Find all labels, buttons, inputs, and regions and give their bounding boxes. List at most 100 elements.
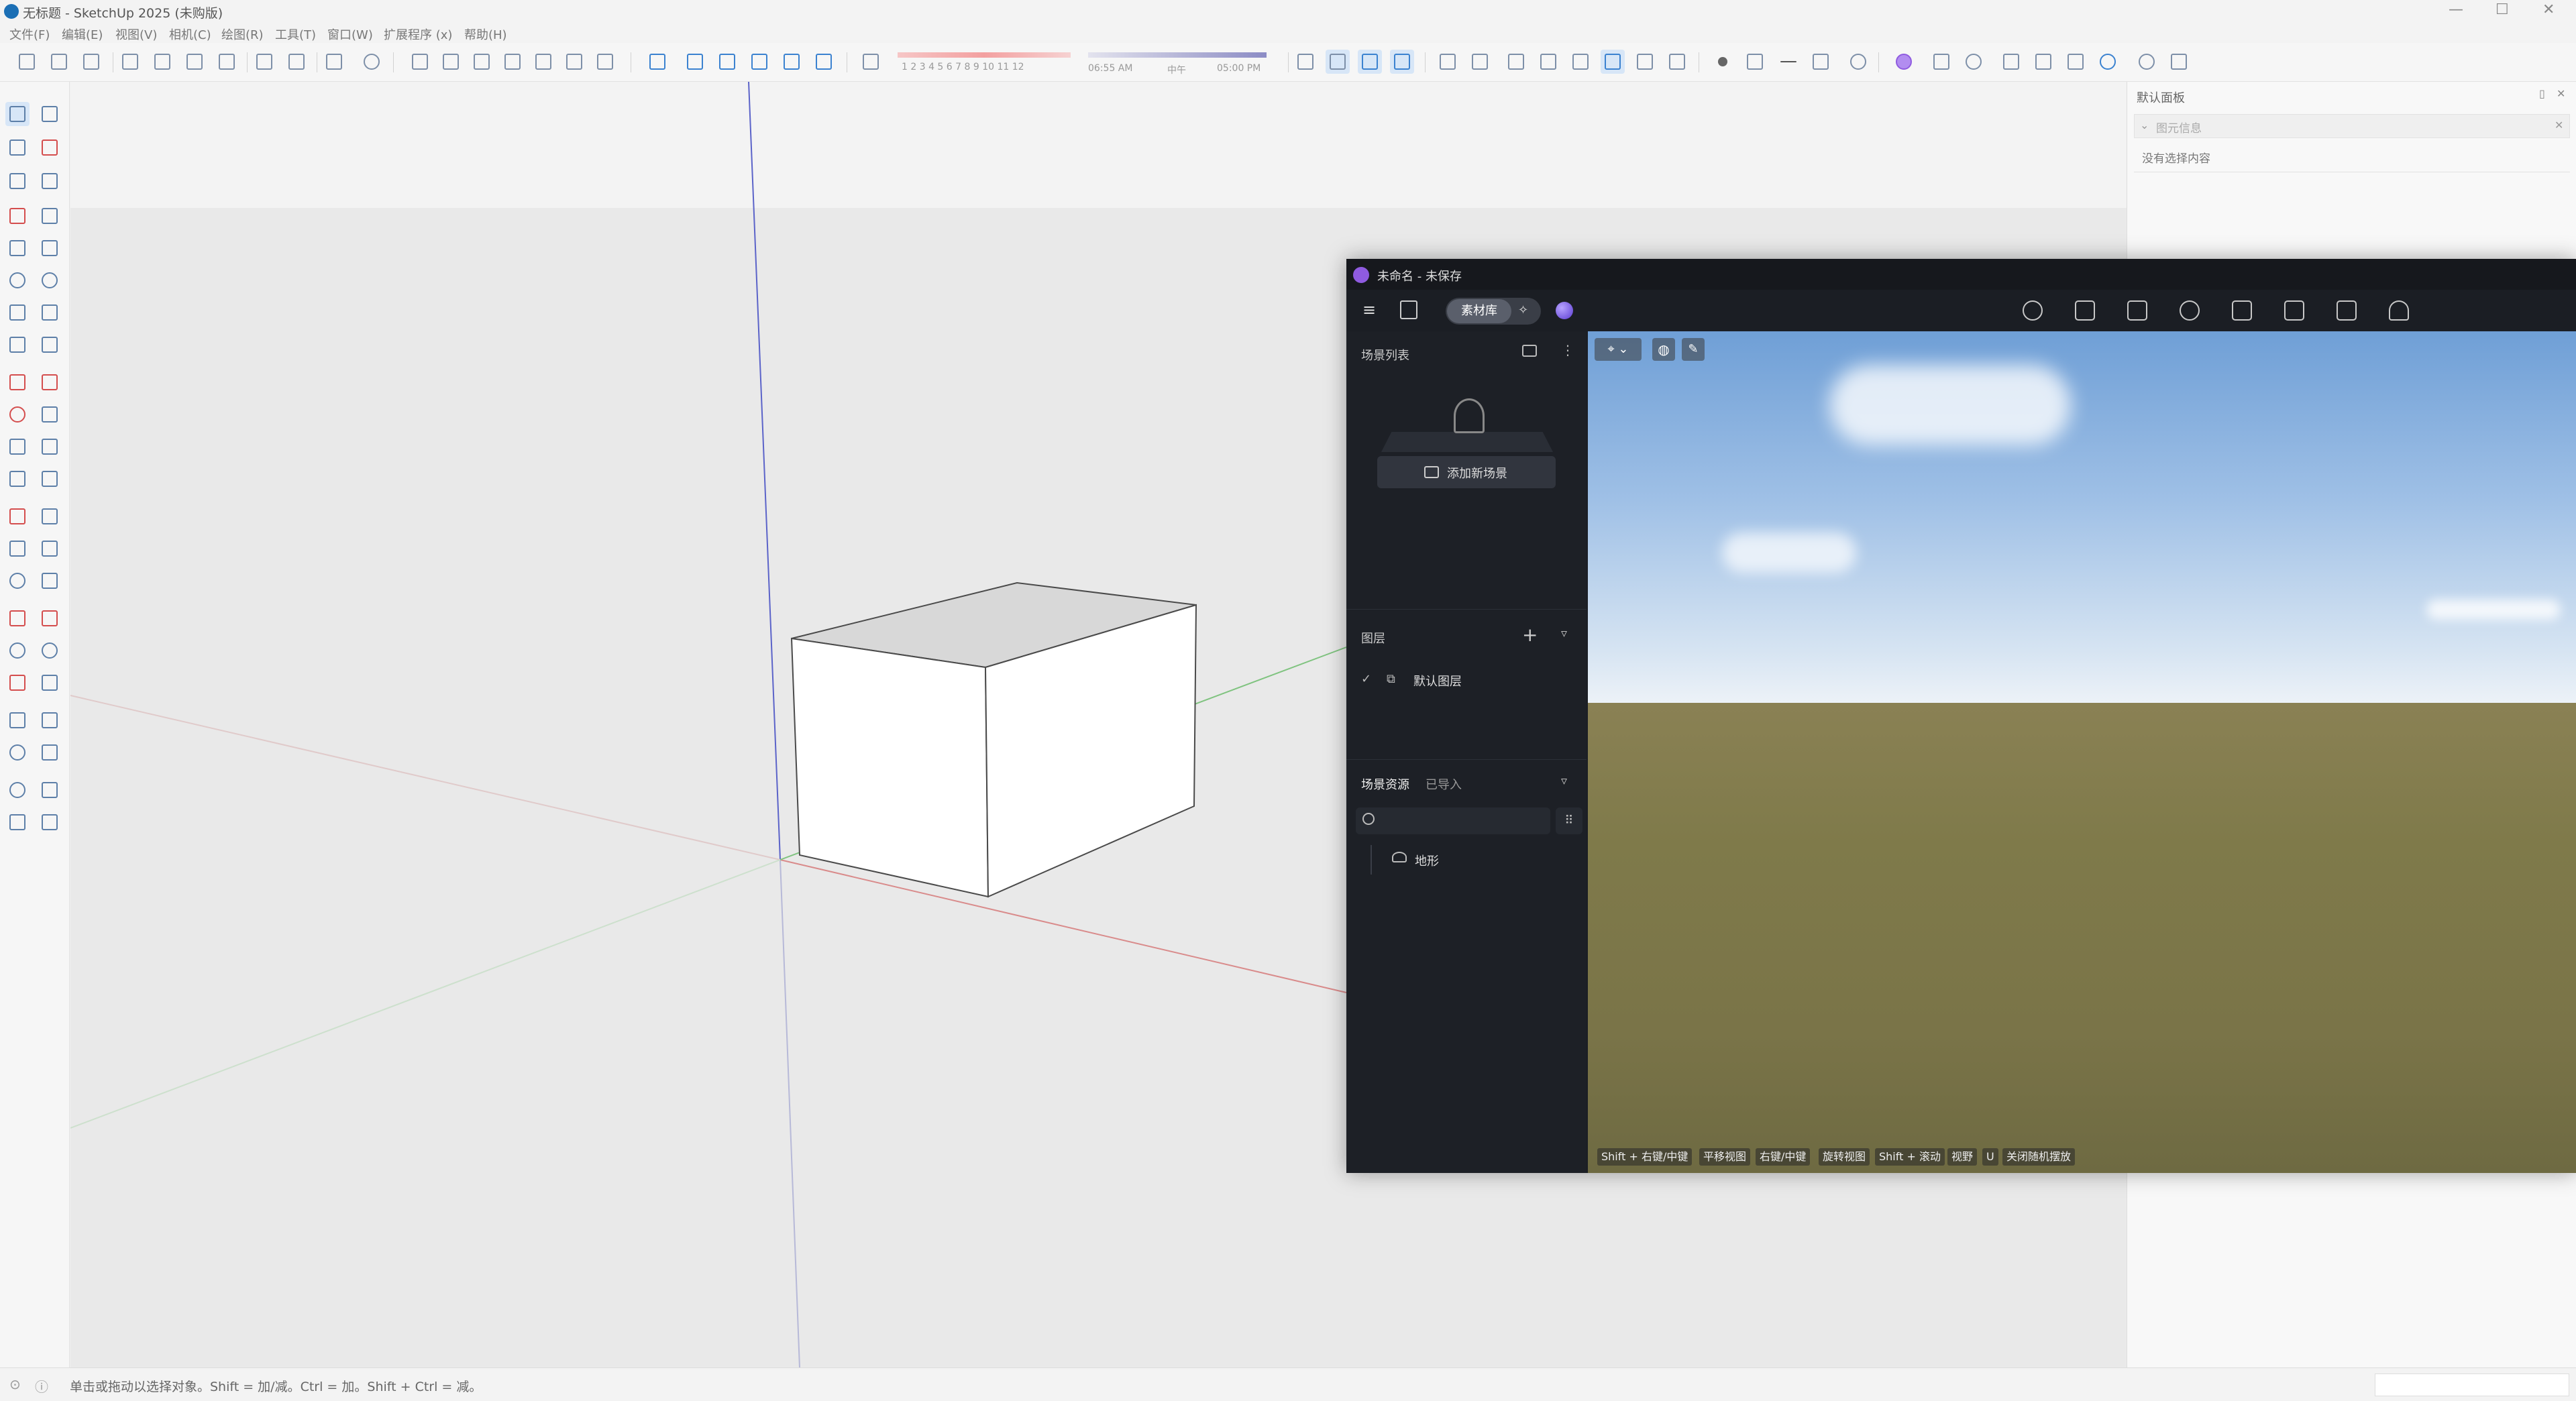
- view-back-icon[interactable]: [531, 50, 555, 74]
- style-dark-box-icon[interactable]: [1665, 50, 1689, 74]
- box-export-icon[interactable]: [2167, 50, 2191, 74]
- ai-sparkle-icon[interactable]: ✧: [1518, 303, 1528, 317]
- rotated-rectangle-icon[interactable]: [38, 236, 62, 260]
- offset-tool-icon[interactable]: [38, 435, 62, 459]
- close-icon[interactable]: ✕: [2542, 1, 2555, 18]
- save-icon[interactable]: [79, 50, 103, 74]
- menu-edit[interactable]: 编辑(E): [62, 25, 103, 43]
- view-bottom-icon[interactable]: [593, 50, 617, 74]
- tag-eraser-icon[interactable]: [38, 169, 62, 193]
- eyedropper-icon[interactable]: ✎: [1682, 338, 1705, 361]
- sandbox-smoove-icon[interactable]: [5, 810, 30, 834]
- print-icon[interactable]: [322, 50, 346, 74]
- box-front-face[interactable]: [790, 637, 989, 898]
- leaf-icon[interactable]: [2127, 300, 2147, 321]
- zoom-tool-icon[interactable]: [5, 638, 30, 663]
- wireframe-icon[interactable]: [1358, 50, 1382, 74]
- line-icon[interactable]: [1776, 50, 1801, 74]
- tab-scene-assets[interactable]: 场景资源: [1361, 775, 1409, 793]
- layer-visible-check-icon[interactable]: ✓: [1361, 672, 1371, 686]
- layer-row-default[interactable]: ✓ ⧉ 默认图层: [1346, 667, 1587, 693]
- tab-imported[interactable]: 已导入: [1426, 775, 1462, 793]
- more-options-icon[interactable]: ⋮: [1561, 342, 1574, 358]
- menu-view[interactable]: 视图(V): [115, 25, 157, 43]
- circle-tool-icon[interactable]: [5, 268, 30, 292]
- protractor-icon[interactable]: [5, 537, 30, 561]
- hidden-line-icon[interactable]: [1390, 50, 1414, 74]
- line-tool-icon[interactable]: [5, 204, 30, 228]
- 3d-text-icon[interactable]: [38, 569, 62, 593]
- arc-tool-icon[interactable]: [5, 300, 30, 325]
- cut-icon[interactable]: [118, 50, 142, 74]
- assets-library-button[interactable]: 素材库: [1447, 299, 1511, 323]
- model-info-icon[interactable]: [360, 50, 384, 74]
- look-around-icon[interactable]: [5, 740, 30, 765]
- credits-icon[interactable]: ⓘ: [35, 1376, 48, 1396]
- outer-shell-icon[interactable]: [645, 50, 669, 74]
- new-file-icon[interactable]: [15, 50, 39, 74]
- asset-terrain-item[interactable]: 地形: [1387, 848, 1521, 871]
- d5-render-viewport[interactable]: ⌖ ⌄ ◍ ✎ Shift + 右键/中键 平移视图 右键/中键 旋转视图 Sh…: [1588, 331, 2576, 1173]
- globe-icon[interactable]: ◍: [1652, 338, 1675, 361]
- minimize-icon[interactable]: —: [2449, 1, 2463, 18]
- zoom-window-icon[interactable]: [38, 638, 62, 663]
- rectangle-frame-icon[interactable]: [1809, 50, 1833, 74]
- sync-icon[interactable]: [2096, 50, 2120, 74]
- shadows-toggle-icon[interactable]: [859, 50, 883, 74]
- text-tool-icon[interactable]: [38, 537, 62, 561]
- copy-icon[interactable]: [150, 50, 174, 74]
- select-tool-icon[interactable]: [5, 102, 30, 126]
- sandbox-grid-icon[interactable]: [38, 778, 62, 802]
- three-point-arc-icon[interactable]: [5, 333, 30, 357]
- add-scene-icon[interactable]: [1522, 345, 1537, 357]
- sandbox-contours-icon[interactable]: [5, 778, 30, 802]
- dome-icon[interactable]: [2031, 50, 2055, 74]
- polygon-tool-icon[interactable]: [38, 268, 62, 292]
- settings-gear-icon[interactable]: [2135, 50, 2159, 74]
- field-of-view-icon[interactable]: [38, 740, 62, 765]
- position-camera-icon[interactable]: [5, 708, 30, 732]
- fog-icon[interactable]: [1743, 50, 1767, 74]
- brush-tool-icon[interactable]: [2337, 300, 2357, 321]
- undo-icon[interactable]: [252, 50, 276, 74]
- assets-collapse-icon[interactable]: ▿: [1561, 774, 1567, 788]
- geo-location-icon[interactable]: ⊙: [9, 1376, 21, 1392]
- component-cube-icon[interactable]: [1929, 50, 1953, 74]
- path-tool-icon[interactable]: [2075, 300, 2095, 321]
- walk-tool-icon[interactable]: [38, 708, 62, 732]
- hide-icon[interactable]: [1846, 50, 1870, 74]
- rectangle-tool-icon[interactable]: [5, 236, 30, 260]
- assets-search-input[interactable]: [1356, 807, 1550, 834]
- style-solid-icon[interactable]: [1568, 50, 1593, 74]
- menu-tools[interactable]: 工具(T): [275, 25, 316, 43]
- move-tool-icon[interactable]: [5, 370, 30, 394]
- tape-measure-icon[interactable]: [5, 504, 30, 528]
- section-plane-icon[interactable]: [5, 606, 30, 630]
- shadow-time-slider[interactable]: [1088, 52, 1267, 58]
- shadow-month-slider[interactable]: [898, 52, 1071, 58]
- redo-icon[interactable]: [284, 50, 309, 74]
- sandbox-stamp-icon[interactable]: [38, 810, 62, 834]
- menu-file[interactable]: 文件(F): [9, 25, 50, 43]
- d5-plugin-icon[interactable]: [1892, 50, 1916, 74]
- camera-video-icon[interactable]: [1999, 50, 2023, 74]
- intersect-icon[interactable]: [683, 50, 707, 74]
- menu-window[interactable]: 窗口(W): [327, 25, 373, 43]
- subtract-icon[interactable]: [747, 50, 771, 74]
- zoom-extents-icon[interactable]: [5, 671, 30, 695]
- add-layer-icon[interactable]: +: [1522, 624, 1538, 646]
- menu-camera[interactable]: 相机(C): [169, 25, 211, 43]
- trim-icon[interactable]: [780, 50, 804, 74]
- xray-icon[interactable]: [1293, 50, 1318, 74]
- paint-bucket-icon[interactable]: [5, 135, 30, 160]
- delete-icon[interactable]: [215, 50, 239, 74]
- screenshot-camera-icon[interactable]: [2063, 50, 2088, 74]
- lasso-select-icon[interactable]: [38, 102, 62, 126]
- union-icon[interactable]: [715, 50, 739, 74]
- view-left-icon[interactable]: [562, 50, 586, 74]
- collapse-chevron-icon[interactable]: ⌄: [2140, 119, 2149, 131]
- section-cut-icon[interactable]: [38, 606, 62, 630]
- style-mono-box-icon[interactable]: [1633, 50, 1657, 74]
- menu-draw[interactable]: 绘图(R): [221, 25, 264, 43]
- particle-icon[interactable]: [2180, 300, 2200, 321]
